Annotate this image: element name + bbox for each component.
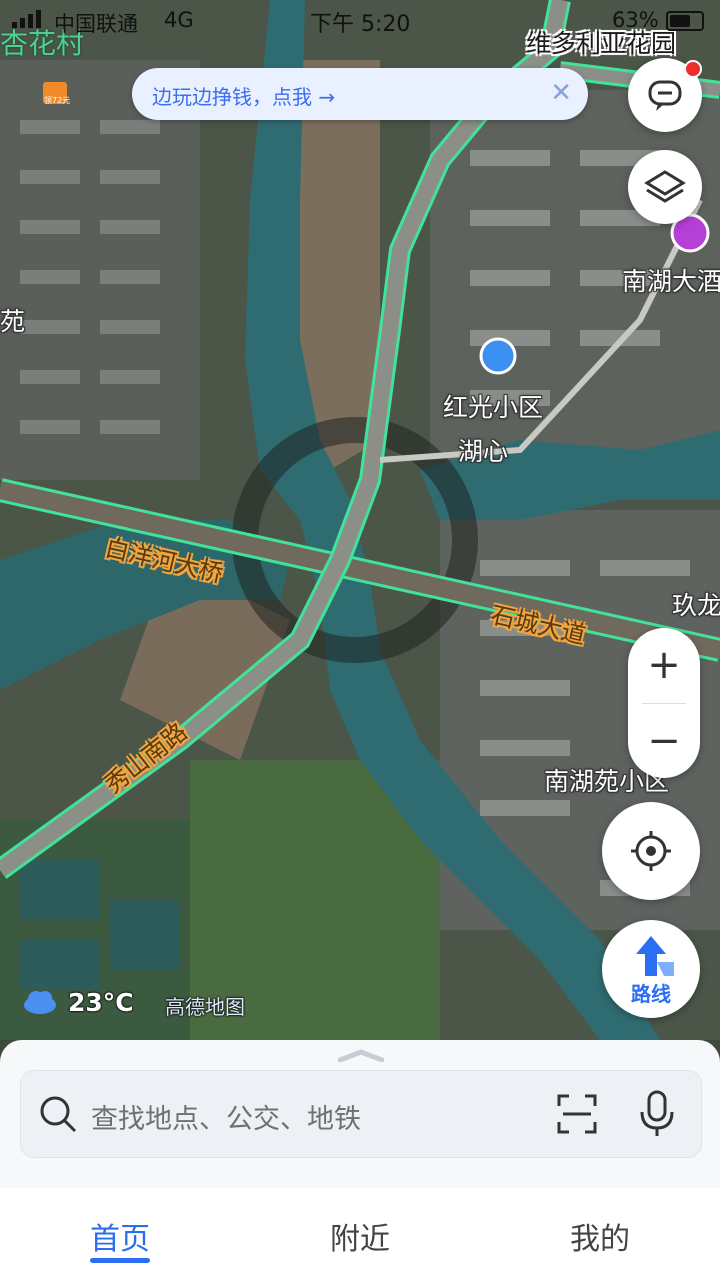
promo-banner[interactable]: 边玩边挣钱，点我 → ✕ [132, 68, 588, 120]
zoom-out-button[interactable]: − [628, 704, 700, 778]
carrier-name: 中国联通 [54, 12, 138, 36]
tab-mine[interactable]: 我的 [540, 1214, 660, 1258]
notification-dot [684, 60, 702, 78]
clock: 下午 5:20 [310, 12, 411, 37]
chevron-up-icon[interactable] [338, 1048, 384, 1062]
search-bar[interactable]: 查找地点、公交、地铁 [20, 1070, 702, 1158]
poi-label-coupon: 领72元 [44, 96, 71, 105]
microphone-icon[interactable] [637, 1090, 677, 1138]
signal-icon [12, 10, 41, 28]
zoom-control: + − [628, 628, 700, 778]
layers-button[interactable] [628, 150, 702, 224]
map-label-hongguang: 红光小区 [443, 393, 544, 422]
zoom-in-button[interactable]: + [628, 628, 700, 702]
weather-widget[interactable]: 23°C [22, 988, 134, 1018]
search-icon [40, 1096, 77, 1133]
tab-nearby[interactable]: 附近 [300, 1214, 420, 1258]
map-label-yuan: 苑 [0, 307, 26, 336]
layers-icon [644, 170, 686, 203]
crosshair-icon [631, 831, 671, 871]
tab-bar: 首页 附近 我的 [0, 1188, 720, 1280]
tab-home[interactable]: 首页 [60, 1214, 180, 1263]
battery-icon [666, 11, 704, 31]
scan-icon[interactable] [555, 1092, 599, 1136]
residential-poi-icon [479, 337, 517, 375]
map-label-nanhu-hotel: 南湖大酒 [622, 267, 720, 296]
temperature: 23°C [68, 988, 134, 1017]
promo-text[interactable]: 边玩边挣钱，点我 → [152, 81, 335, 110]
route-button[interactable]: 路线 [602, 920, 700, 1018]
map-label-huxin: 湖心 [458, 437, 509, 466]
cloud-icon [24, 991, 56, 1014]
tab-active-indicator [90, 1258, 150, 1263]
close-icon[interactable]: ✕ [550, 79, 572, 107]
tab-mine-label: 我的 [570, 1222, 630, 1257]
route-label: 路线 [631, 982, 671, 1006]
map-label-jiulong: 玖龙 [672, 591, 720, 620]
tab-nearby-label: 附近 [330, 1222, 390, 1257]
network-type: 4G [164, 8, 194, 32]
map-provider-logo: 高德地图 [165, 995, 245, 1019]
tab-home-label: 首页 [90, 1222, 150, 1257]
message-button[interactable] [628, 58, 702, 132]
battery-percent: 63% [612, 8, 659, 32]
status-bar: 中国联通 4G 下午 5:20 63% [0, 0, 720, 40]
search-input[interactable]: 查找地点、公交、地铁 [91, 1097, 361, 1136]
locate-button[interactable] [602, 802, 700, 900]
